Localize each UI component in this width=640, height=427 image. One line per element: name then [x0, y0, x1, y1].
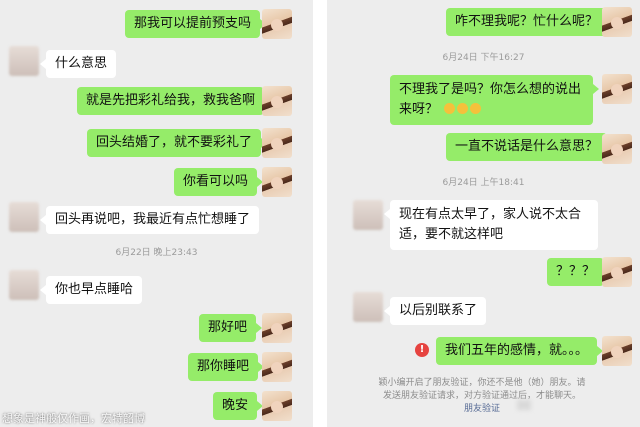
crying-face-emoji-icon — [444, 103, 456, 114]
message-timestamp: 6月24日 上午18:41 — [442, 178, 525, 188]
self-avatar[interactable] — [262, 167, 292, 197]
message-bubble-sent[interactable]: 那我可以提前预支吗 — [125, 10, 267, 38]
message-text: 不理我了是吗？你怎么想的说出来呀？ — [399, 82, 582, 117]
self-avatar[interactable] — [602, 257, 632, 287]
message-bubble-received[interactable]: 什么意思 — [39, 50, 117, 78]
notice-line: 颖小编开启了朋友验证，你还不是他（她）朋友。请 — [378, 378, 586, 388]
self-avatar[interactable] — [262, 86, 292, 116]
contact-avatar[interactable] — [9, 270, 39, 300]
watermark-text: 想象是神般仅作画，宏特韶博 — [2, 412, 145, 425]
chat-screenshot-composite: 那我可以提前预支吗 什么意思 就是先把彩礼给我，救我爸啊 回头结婚了，就不要彩礼… — [0, 0, 640, 427]
right-chat-panel: 咋不理我呢？忙什么呢？ 6月24日 下午16:27 不理我了是吗？你怎么想的说出… — [327, 0, 640, 427]
crying-face-emoji-icon — [457, 103, 469, 114]
self-avatar[interactable] — [262, 352, 292, 382]
message-bubble-sent[interactable]: 咋不理我呢？忙什么呢？ — [446, 8, 614, 36]
left-chat-panel: 那我可以提前预支吗 什么意思 就是先把彩礼给我，救我爸啊 回头结婚了，就不要彩礼… — [0, 0, 313, 427]
message-bubble-received[interactable]: 你也早点睡哈 — [39, 276, 143, 304]
message-bubble-sent[interactable]: 那好吧 — [199, 314, 263, 342]
message-bubble-received[interactable]: 现在有点太早了，家人说不太合适，要不就这样吧 — [384, 200, 598, 250]
message-bubble-received[interactable]: 以后别联系了 — [383, 297, 487, 325]
message-bubble-sent[interactable]: 我们五年的感情，就。。。 — [436, 337, 604, 365]
message-timestamp: 6月24日 下午16:27 — [442, 53, 525, 63]
friend-verification-notice: 颖小编开启了朋友验证，你还不是他（她）朋友。请 发送朋友验证请求，对方验证通过后… — [337, 377, 627, 416]
self-avatar[interactable] — [602, 7, 632, 37]
friend-verification-link[interactable]: 朋友验证 — [337, 403, 627, 416]
notice-line: 发送朋友验证请求，对方验证通过后，才能聊天。 — [382, 391, 581, 401]
self-avatar[interactable] — [602, 74, 632, 104]
message-bubble-sent[interactable]: 回头结婚了，就不要彩礼了 — [87, 129, 268, 157]
send-failed-warning-icon[interactable]: ! — [415, 343, 429, 357]
self-avatar[interactable] — [262, 128, 292, 158]
message-bubble-sent[interactable]: 你看可以吗 — [174, 168, 264, 196]
crying-face-emoji-icon — [470, 103, 482, 114]
contact-avatar[interactable] — [9, 202, 39, 232]
message-bubble-sent[interactable]: 晚安 — [213, 392, 264, 420]
contact-avatar[interactable] — [353, 200, 383, 230]
message-timestamp: 6月22日 晚上23:43 — [115, 248, 198, 258]
blur-smudge — [517, 400, 531, 410]
self-avatar[interactable] — [262, 391, 292, 421]
message-bubble-sent[interactable]: 就是先把彩礼给我，救我爸啊 — [77, 87, 271, 115]
message-bubble-received[interactable]: 回头再说吧，我最近有点忙想睡了 — [39, 206, 260, 234]
self-avatar[interactable] — [262, 313, 292, 343]
contact-avatar[interactable] — [9, 46, 39, 76]
self-avatar[interactable] — [602, 336, 632, 366]
self-avatar[interactable] — [602, 134, 632, 164]
contact-avatar[interactable] — [353, 292, 383, 322]
message-bubble-sent[interactable]: 那你睡吧 — [188, 353, 265, 381]
message-bubble-sent[interactable]: ？？？ — [547, 258, 611, 286]
message-bubble-sent[interactable]: 一直不说话是什么意思？ — [446, 133, 614, 161]
message-bubble-sent[interactable]: 不理我了是吗？你怎么想的说出来呀？ — [390, 75, 599, 125]
self-avatar[interactable] — [262, 9, 292, 39]
